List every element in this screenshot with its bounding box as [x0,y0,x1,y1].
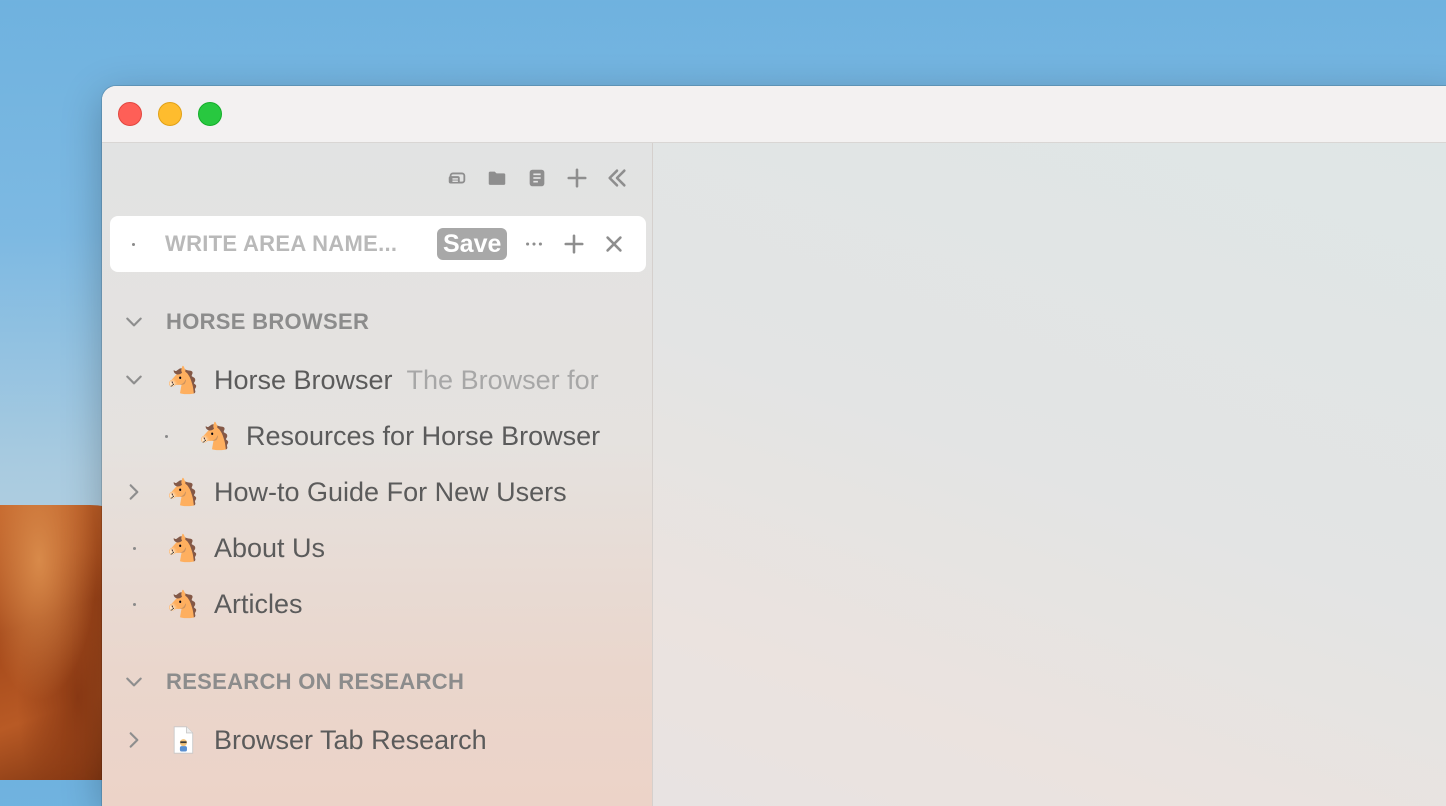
chevron-down-icon[interactable] [121,367,147,393]
section-title: HORSE BROWSER [166,309,370,334]
app-window: Save HORSE BROWSER 🐴 Horse Browser [102,86,1446,806]
item-label: How-to Guide For New Users [214,476,567,507]
more-options-icon[interactable] [521,231,547,257]
collapse-sidebar-icon[interactable] [604,165,630,191]
bullet-icon [153,423,179,449]
list-item-articles[interactable]: 🐴 Articles [102,582,303,626]
bullet-dot [132,242,135,246]
main-content-area [653,143,1446,806]
add-icon[interactable] [561,231,587,257]
list-item-horse-browser[interactable]: 🐴 Horse Browser The Browser for [102,358,599,402]
horse-emoji-icon: 🐴 [166,532,200,563]
section-header-horse-browser[interactable]: HORSE BROWSER [102,302,369,342]
horse-emoji-icon: 🐴 [166,364,200,395]
close-icon[interactable] [601,231,627,257]
horse-emoji-icon: 🐴 [166,588,200,619]
item-description: The Browser for [406,364,599,395]
horse-emoji-icon: 🐴 [198,420,232,451]
section-title: RESEARCH ON RESEARCH [166,669,465,694]
new-area-row: Save [110,216,646,272]
area-name-input[interactable] [165,231,421,257]
list-item-resources[interactable]: 🐴 Resources for Horse Browser [134,414,600,458]
item-label: Resources for Horse Browser [246,420,601,451]
tabs-icon[interactable] [444,165,470,191]
bullet-icon [121,535,147,561]
chevron-right-icon[interactable] [121,479,147,505]
minimize-window-button[interactable] [158,102,182,126]
bullet-icon [121,591,147,617]
document-icon [166,723,200,757]
section-header-research-on-research[interactable]: RESEARCH ON RESEARCH [102,662,464,702]
plus-icon[interactable] [564,165,590,191]
sidebar-toolbar [444,165,630,191]
item-label: Horse Browser [214,364,393,395]
chevron-down-icon[interactable] [121,669,147,695]
folder-icon[interactable] [484,165,510,191]
note-icon[interactable] [524,165,550,191]
chevron-right-icon[interactable] [121,727,147,753]
chevron-down-icon[interactable] [121,309,147,335]
list-item-browser-tab-research[interactable]: Browser Tab Research [102,718,487,762]
item-label: Browser Tab Research [214,724,487,755]
close-window-button[interactable] [118,102,142,126]
item-label: Articles [214,588,303,619]
sidebar: Save HORSE BROWSER 🐴 Horse Browser [102,143,653,806]
item-label: About Us [214,532,326,563]
list-item-about-us[interactable]: 🐴 About Us [102,526,325,570]
save-button[interactable]: Save [437,228,508,260]
horse-emoji-icon: 🐴 [166,476,200,507]
maximize-window-button[interactable] [198,102,222,126]
list-item-how-to-guide[interactable]: 🐴 How-to Guide For New Users [102,470,567,514]
title-bar [102,86,1446,143]
